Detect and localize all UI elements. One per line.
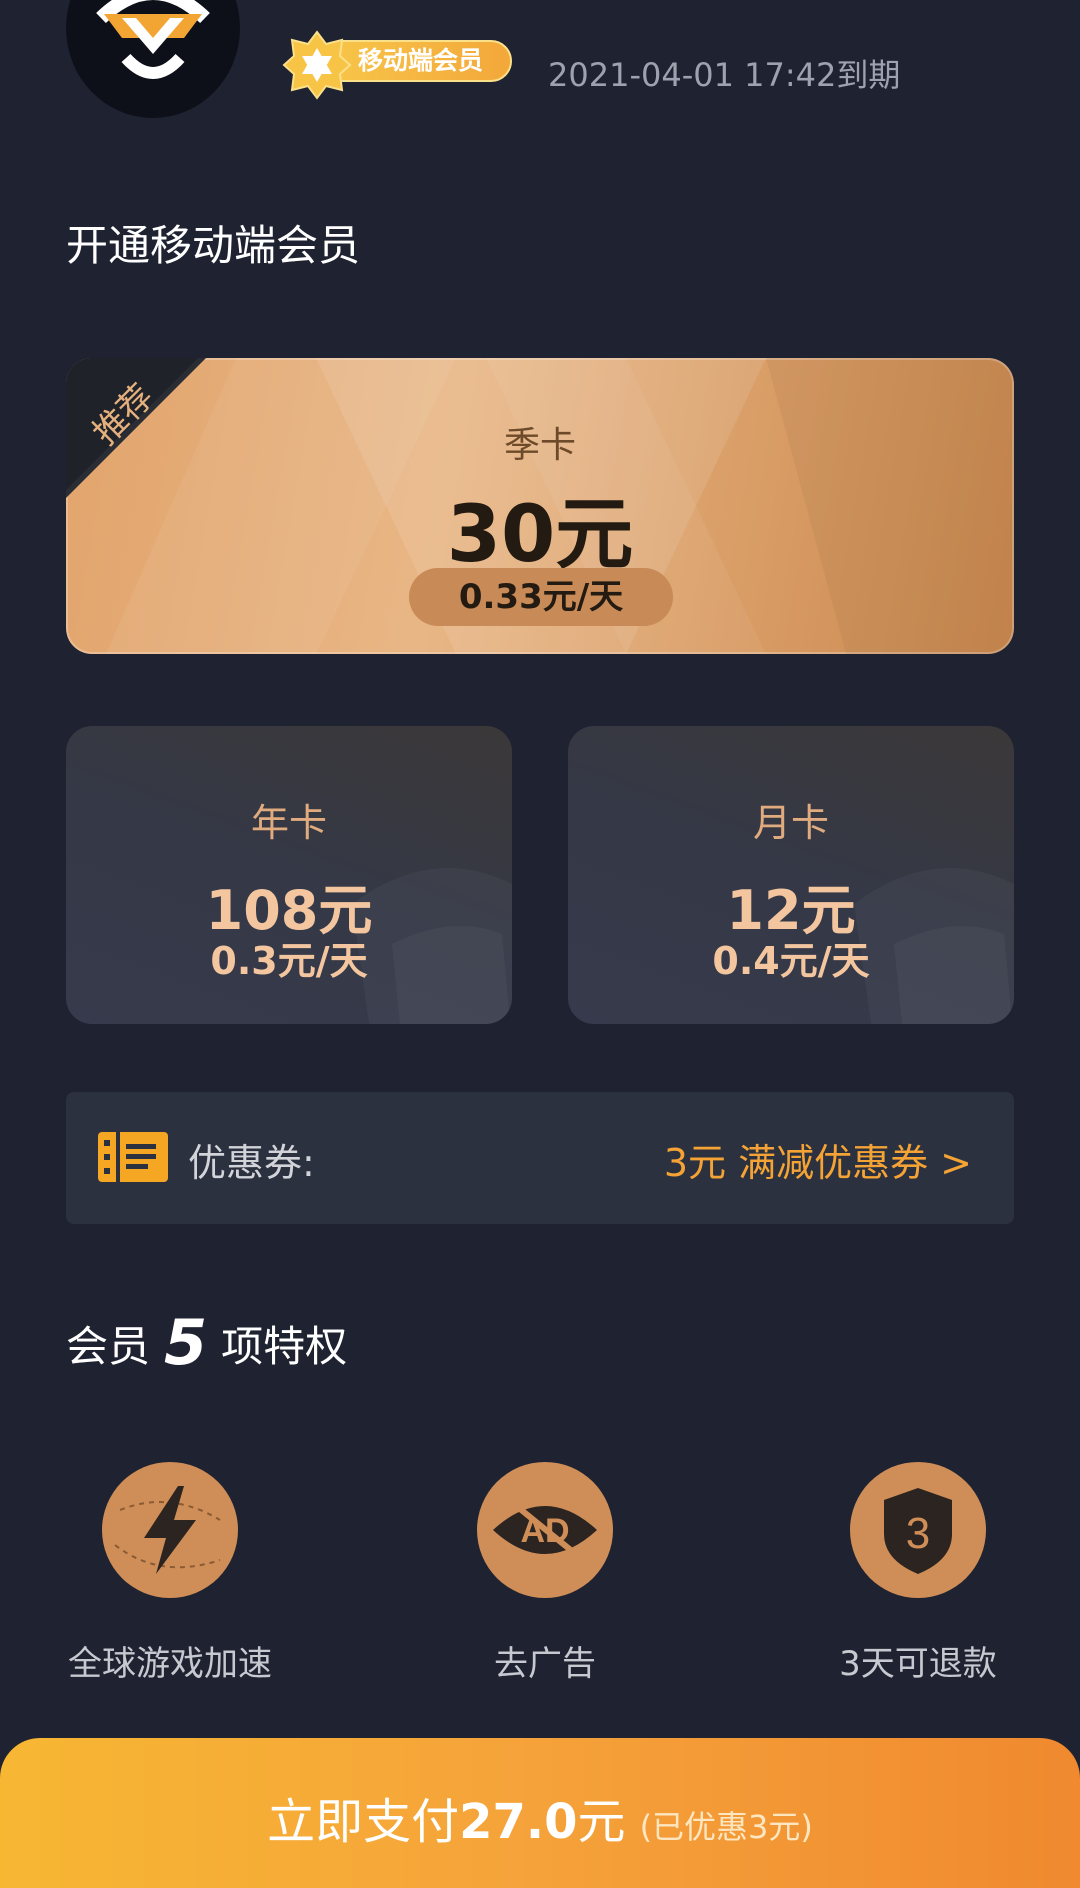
plan-card-monthly[interactable]: 月卡 12元 0.4元/天: [568, 726, 1014, 1024]
section-title: 开通移动端会员: [66, 221, 361, 270]
privilege-item-no-ads[interactable]: AD 去广告: [435, 1460, 655, 1685]
privileges-count: 5: [164, 1306, 208, 1379]
coupon-value[interactable]: 3元 满减优惠券 >: [664, 1132, 972, 1187]
lightning-icon: [102, 1462, 238, 1598]
privileges-title-suffix: 项特权: [221, 1321, 348, 1371]
pay-discount-note: (已优惠3元): [639, 1808, 813, 1846]
member-badge: 移动端会员: [282, 30, 512, 100]
plan-name: 月卡: [752, 801, 829, 845]
plan-per-day: 0.4元/天: [712, 939, 870, 983]
no-ad-icon: AD: [477, 1462, 613, 1598]
coupon-label: 优惠券:: [188, 1141, 315, 1185]
privileges-title: 会员 5 项特权: [66, 1312, 347, 1374]
plan-name: 年卡: [250, 801, 327, 845]
expiry-date: 2021-04-01 17:42到期: [548, 56, 901, 94]
pay-button-text: 立即支付27.0元 (已优惠3元): [0, 1782, 1080, 1852]
badge-label: 移动端会员: [358, 46, 484, 75]
plan-per-day: 0.3元/天: [210, 939, 368, 983]
privileges-title-prefix: 会员: [66, 1321, 151, 1371]
pay-amount: 27.0: [459, 1794, 578, 1850]
privilege-item-refund[interactable]: 3 3天可退款: [808, 1460, 1028, 1685]
privilege-label: 3天可退款: [839, 1644, 997, 1684]
coupon-icon: [98, 1132, 168, 1182]
pay-unit: 元: [577, 1794, 626, 1850]
plan-card-quarterly[interactable]: 推荐 季卡 30元 0.33元/天: [66, 358, 1014, 654]
plan-name: 季卡: [503, 425, 576, 466]
shield-3-icon: 3: [850, 1462, 986, 1598]
logo-icon: [89, 0, 217, 92]
privilege-item-acceleration[interactable]: 全球游戏加速: [60, 1460, 280, 1685]
privilege-label: 去广告: [494, 1644, 596, 1684]
pay-button[interactable]: 立即支付27.0元 (已优惠3元): [0, 1738, 1080, 1888]
shield-number: 3: [906, 1509, 930, 1558]
plan-card-yearly[interactable]: 年卡 108元 0.3元/天: [66, 726, 512, 1024]
coupon-row[interactable]: 优惠券: 3元 满减优惠券 >: [66, 1092, 1014, 1224]
plan-per-day: 0.33元/天: [409, 568, 673, 626]
pay-prefix: 立即支付: [267, 1794, 460, 1850]
privilege-label: 全球游戏加速: [68, 1644, 272, 1684]
avatar[interactable]: [66, 0, 240, 118]
badge-star-icon: [282, 30, 352, 100]
